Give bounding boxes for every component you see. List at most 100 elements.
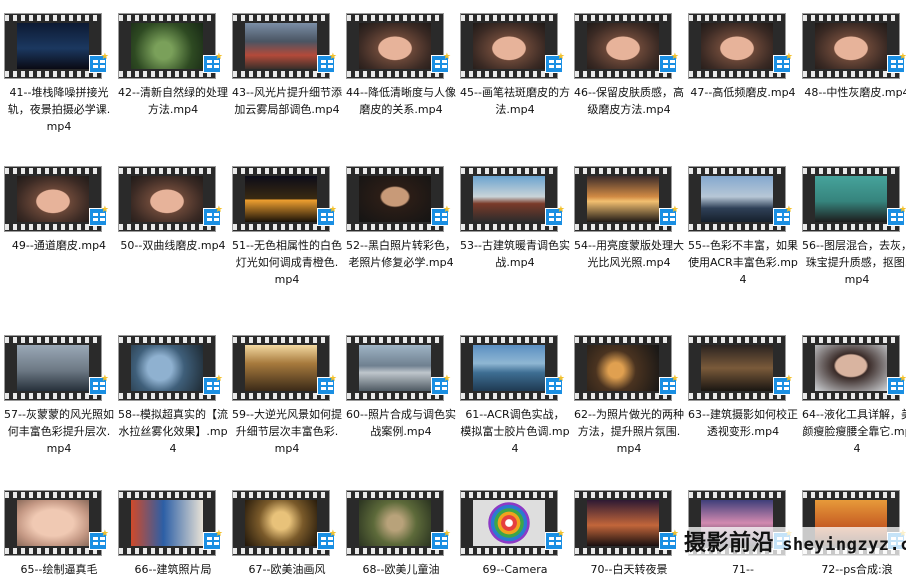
file-name[interactable]: 41--堆栈降噪拼接光轨，夜景拍摄必学课.mp4	[4, 84, 114, 135]
file-name[interactable]: 57--灰蒙蒙的风光照如何丰富色彩提升层次.mp4	[4, 406, 114, 457]
video-thumbnail[interactable]	[4, 13, 102, 79]
file-item[interactable]: ★ 54--用亮度蒙版处理大光比风光照.mp4	[574, 166, 684, 306]
file-item[interactable]: ★ 58--模拟超真实的【流水拉丝雾化效果】.mp4	[118, 335, 228, 475]
file-name[interactable]: 68--欧美儿童油	[346, 561, 456, 578]
file-name[interactable]: 42--清新自然绿的处理方法.mp4	[118, 84, 228, 118]
file-item[interactable]: ★ 49--通道磨皮.mp4	[4, 166, 114, 306]
video-thumbnail[interactable]	[346, 490, 444, 556]
file-item[interactable]: ★ 44--降低清晰度与人像磨皮的关系.mp4	[346, 13, 456, 153]
file-item[interactable]: ★ 53--古建筑暖青调色实战.mp4	[460, 166, 570, 306]
file-name[interactable]: 71--	[688, 561, 798, 578]
file-name[interactable]: 60--照片合成与调色实战案例.mp4	[346, 406, 456, 440]
video-thumbnail[interactable]	[346, 13, 444, 79]
video-thumbnail[interactable]	[232, 166, 330, 232]
film-perforation	[689, 224, 785, 230]
file-item[interactable]: ★ 61--ACR调色实战，模拟富士胶片色调.mp4	[460, 335, 570, 475]
file-name[interactable]: 69--Camera	[460, 561, 570, 578]
video-thumbnail[interactable]	[688, 335, 786, 401]
video-thumbnail[interactable]	[460, 490, 558, 556]
film-perforation	[119, 492, 215, 498]
file-item[interactable]: ★ 57--灰蒙蒙的风光照如何丰富色彩提升层次.mp4	[4, 335, 114, 475]
file-item[interactable]: ★ 63--建筑摄影如何校正透视变形.mp4	[688, 335, 798, 475]
file-name[interactable]: 54--用亮度蒙版处理大光比风光照.mp4	[574, 237, 684, 271]
file-name[interactable]: 70--白天转夜景	[574, 561, 684, 578]
file-item[interactable]: ★ 45--画笔祛斑磨皮的方法.mp4	[460, 13, 570, 153]
file-name[interactable]: 44--降低清晰度与人像磨皮的关系.mp4	[346, 84, 456, 118]
video-thumbnail[interactable]	[688, 13, 786, 79]
video-thumbnail[interactable]	[802, 13, 900, 79]
video-thumbnail[interactable]	[118, 490, 216, 556]
file-item[interactable]: ★ 67--欧美油画风	[232, 490, 342, 576]
film-perforation	[575, 71, 671, 77]
video-thumbnail[interactable]	[346, 166, 444, 232]
thumbnail-image	[473, 345, 545, 391]
file-item[interactable]: ★ 55--色彩不丰富，如果使用ACR丰富色彩.mp4	[688, 166, 798, 306]
file-name[interactable]: 51--无色相属性的白色灯光如何调成青橙色.mp4	[232, 237, 342, 288]
file-name[interactable]: 47--高低频磨皮.mp4	[688, 84, 798, 101]
file-name[interactable]: 53--古建筑暖青调色实战.mp4	[460, 237, 570, 271]
file-item[interactable]: ★ 68--欧美儿童油	[346, 490, 456, 576]
file-name[interactable]: 46--保留皮肤质感，高级磨皮方法.mp4	[574, 84, 684, 118]
video-thumbnail[interactable]	[460, 13, 558, 79]
video-thumbnail[interactable]	[118, 166, 216, 232]
file-name[interactable]: 61--ACR调色实战，模拟富士胶片色调.mp4	[460, 406, 570, 457]
video-thumbnail[interactable]	[232, 335, 330, 401]
video-thumbnail[interactable]	[346, 335, 444, 401]
file-name[interactable]: 59--大逆光风景如何提升细节层次丰富色彩.mp4	[232, 406, 342, 457]
file-item[interactable]: ★ 48--中性灰磨皮.mp4	[802, 13, 906, 153]
file-name[interactable]: 48--中性灰磨皮.mp4	[802, 84, 906, 101]
video-thumbnail[interactable]	[574, 166, 672, 232]
video-thumbnail[interactable]	[460, 166, 558, 232]
file-item[interactable]: ★ 50--双曲线磨皮.mp4	[118, 166, 228, 306]
file-item[interactable]: ★ 70--白天转夜景	[574, 490, 684, 576]
file-name[interactable]: 56--图层混合，去灰，珠宝提升质感，抠图.mp4	[802, 237, 906, 288]
file-item[interactable]: ★ 60--照片合成与调色实战案例.mp4	[346, 335, 456, 475]
video-thumbnail[interactable]	[232, 490, 330, 556]
file-item[interactable]: ★ 46--保留皮肤质感，高级磨皮方法.mp4	[574, 13, 684, 153]
file-item[interactable]: ★ 51--无色相属性的白色灯光如何调成青橙色.mp4	[232, 166, 342, 306]
file-item[interactable]: ★ 66--建筑照片局	[118, 490, 228, 576]
video-thumbnail[interactable]	[4, 335, 102, 401]
file-item[interactable]: ★ 47--高低频磨皮.mp4	[688, 13, 798, 153]
file-item[interactable]: ★ 65--绘制逼真毛	[4, 490, 114, 576]
video-thumbnail[interactable]	[574, 490, 672, 556]
file-item[interactable]: ★ 64--液化工具详解，美颜瘦脸瘦腰全靠它.mp4	[802, 335, 906, 475]
file-item[interactable]: ★ 56--图层混合，去灰，珠宝提升质感，抠图.mp4	[802, 166, 906, 306]
video-file-icon: ★	[317, 374, 337, 395]
file-item[interactable]: ★ 43--风光片提升细节添加云雾局部调色.mp4	[232, 13, 342, 153]
video-thumbnail[interactable]	[232, 13, 330, 79]
file-item[interactable]: ★ 62--为照片做光的两种方法，提升照片氛围.mp4	[574, 335, 684, 475]
file-name[interactable]: 72--ps合成:浪	[802, 561, 906, 578]
video-thumbnail[interactable]	[688, 166, 786, 232]
file-item[interactable]: ★ 69--Camera	[460, 490, 570, 576]
file-name[interactable]: 63--建筑摄影如何校正透视变形.mp4	[688, 406, 798, 440]
file-name[interactable]: 49--通道磨皮.mp4	[4, 237, 114, 254]
video-thumbnail[interactable]	[574, 335, 672, 401]
file-name[interactable]: 62--为照片做光的两种方法，提升照片氛围.mp4	[574, 406, 684, 457]
file-item[interactable]: ★ 41--堆栈降噪拼接光轨，夜景拍摄必学课.mp4	[4, 13, 114, 153]
file-name[interactable]: 50--双曲线磨皮.mp4	[118, 237, 228, 254]
video-thumbnail[interactable]	[4, 490, 102, 556]
file-name[interactable]: 64--液化工具详解，美颜瘦脸瘦腰全靠它.mp4	[802, 406, 906, 457]
file-name[interactable]: 52--黑白照片转彩色，老照片修复必学.mp4	[346, 237, 456, 271]
film-perforation	[803, 337, 899, 343]
video-thumbnail[interactable]	[118, 335, 216, 401]
file-name[interactable]: 43--风光片提升细节添加云雾局部调色.mp4	[232, 84, 342, 118]
video-thumbnail[interactable]	[802, 335, 900, 401]
file-name[interactable]: 55--色彩不丰富，如果使用ACR丰富色彩.mp4	[688, 237, 798, 288]
video-thumbnail[interactable]	[574, 13, 672, 79]
file-item[interactable]: ★ 59--大逆光风景如何提升细节层次丰富色彩.mp4	[232, 335, 342, 475]
file-name[interactable]: 66--建筑照片局	[118, 561, 228, 578]
file-name[interactable]: 58--模拟超真实的【流水拉丝雾化效果】.mp4	[118, 406, 228, 457]
video-thumbnail[interactable]	[118, 13, 216, 79]
video-file-icon: ★	[773, 205, 793, 226]
film-perforation	[461, 492, 557, 498]
video-thumbnail[interactable]	[802, 166, 900, 232]
video-thumbnail[interactable]	[460, 335, 558, 401]
file-item[interactable]: ★ 52--黑白照片转彩色，老照片修复必学.mp4	[346, 166, 456, 306]
file-item[interactable]: ★ 42--清新自然绿的处理方法.mp4	[118, 13, 228, 153]
video-thumbnail[interactable]	[4, 166, 102, 232]
file-name[interactable]: 67--欧美油画风	[232, 561, 342, 578]
file-name[interactable]: 45--画笔祛斑磨皮的方法.mp4	[460, 84, 570, 118]
file-name[interactable]: 65--绘制逼真毛	[4, 561, 114, 578]
